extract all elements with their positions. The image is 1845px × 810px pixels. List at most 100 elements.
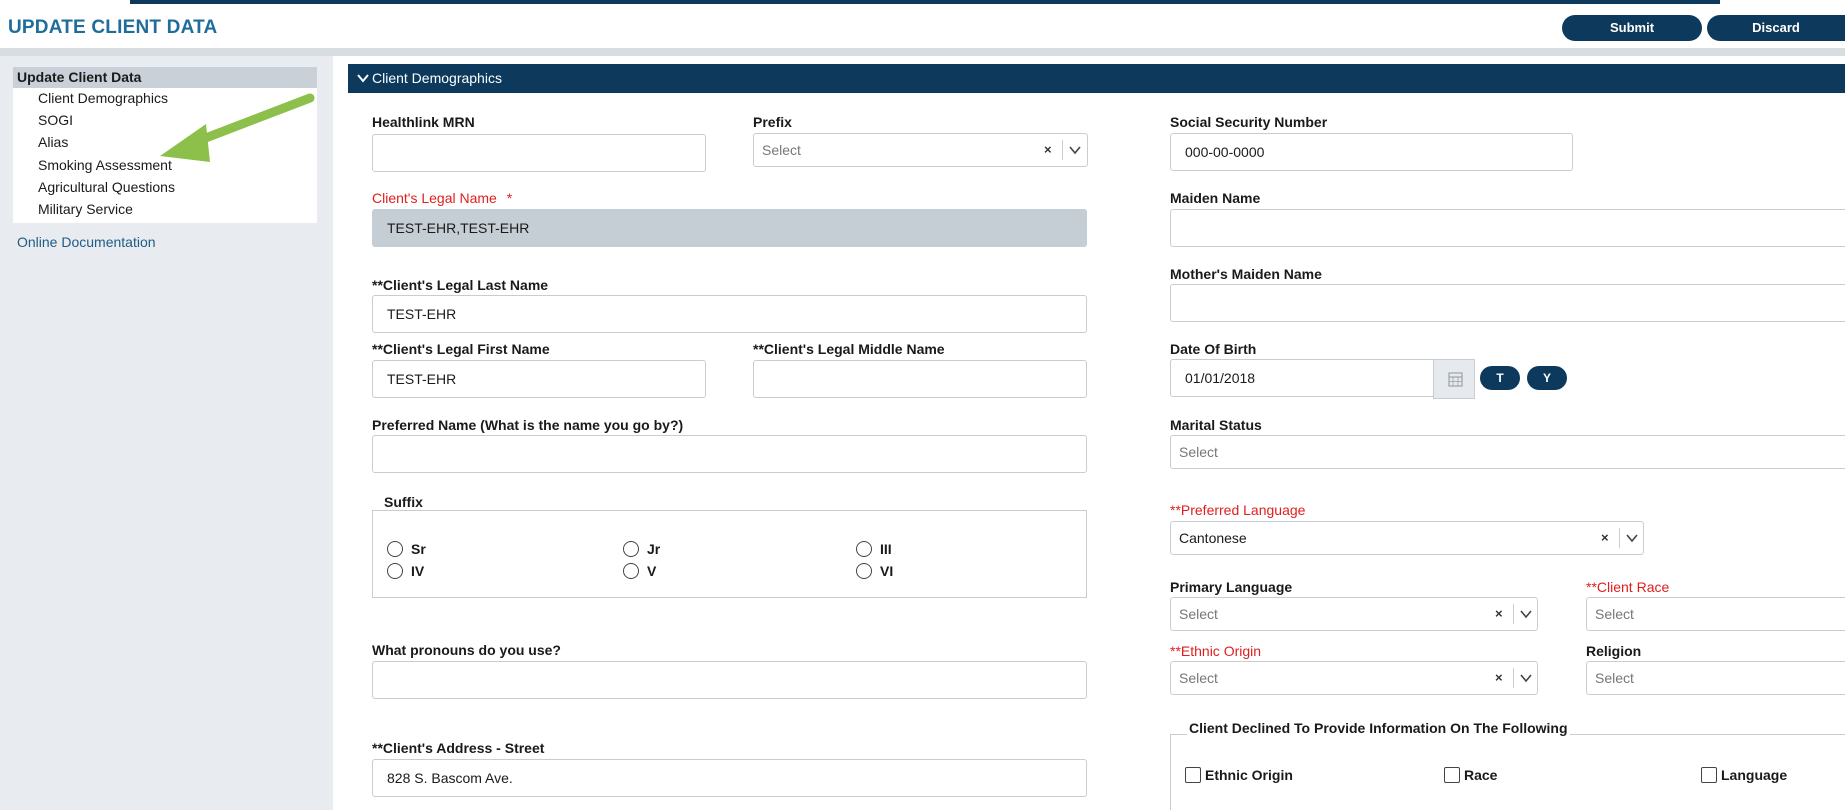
address-street-label: **Client's Address - Street bbox=[372, 740, 545, 756]
sidebar-item-smoking-assessment[interactable]: Smoking Assessment bbox=[38, 157, 172, 173]
mothers-maiden-name-label: Mother's Maiden Name bbox=[1170, 266, 1322, 282]
primary-language-label: Primary Language bbox=[1170, 579, 1293, 595]
client-demographics-section-header[interactable]: Client Demographics bbox=[348, 64, 1845, 93]
prefix-placeholder: Select bbox=[762, 142, 801, 158]
suffix-label: Suffix bbox=[384, 494, 423, 510]
checkbox-label: Ethnic Origin bbox=[1205, 767, 1293, 783]
declined-ethnic-origin-checkbox[interactable]: Ethnic Origin bbox=[1185, 767, 1293, 783]
radio-circle bbox=[856, 541, 872, 557]
suffix-radio-iii[interactable]: III bbox=[856, 541, 892, 557]
pronouns-label: What pronouns do you use? bbox=[372, 642, 561, 658]
suffix-radio-sr[interactable]: Sr bbox=[387, 541, 426, 557]
ssn-field[interactable]: 000-00-0000 bbox=[1170, 133, 1573, 171]
religion-label: Religion bbox=[1586, 643, 1642, 659]
sidebar-item-sogi[interactable]: SOGI bbox=[38, 112, 73, 128]
select-divider bbox=[1513, 668, 1514, 688]
clear-icon[interactable]: × bbox=[1601, 522, 1609, 554]
clear-icon[interactable]: × bbox=[1495, 598, 1503, 630]
religion-select[interactable]: Select bbox=[1586, 661, 1845, 695]
checkbox-box bbox=[1444, 767, 1460, 783]
sidebar-header[interactable]: Update Client Data bbox=[13, 67, 317, 88]
radio-label: VI bbox=[880, 563, 894, 579]
yesterday-button[interactable]: Y bbox=[1527, 366, 1567, 390]
ethnic-origin-select[interactable]: Select × bbox=[1170, 661, 1538, 695]
page-title: UPDATE CLIENT DATA bbox=[8, 17, 218, 38]
ssn-label: Social Security Number bbox=[1170, 114, 1328, 130]
suffix-radio-iv[interactable]: IV bbox=[387, 563, 424, 579]
last-name-field[interactable]: TEST-EHR bbox=[372, 295, 1087, 333]
declined-info-group: Ethnic Origin Race Language bbox=[1170, 734, 1845, 810]
maiden-name-label: Maiden Name bbox=[1170, 190, 1261, 206]
suffix-radio-v[interactable]: V bbox=[623, 563, 656, 579]
submit-button[interactable]: Submit bbox=[1562, 15, 1702, 41]
header-divider bbox=[0, 48, 1845, 56]
middle-name-label: **Client's Legal Middle Name bbox=[753, 341, 945, 357]
radio-circle bbox=[856, 563, 872, 579]
middle-name-field[interactable] bbox=[753, 360, 1087, 398]
sidebar: Update Client Data Client Demographics S… bbox=[0, 56, 333, 810]
legal-name-label-text: Client's Legal Name bbox=[372, 190, 497, 206]
discard-button[interactable]: Discard bbox=[1707, 15, 1845, 41]
chevron-down-icon[interactable] bbox=[1625, 522, 1639, 554]
primary-language-placeholder: Select bbox=[1179, 606, 1218, 622]
checkbox-box bbox=[1701, 767, 1717, 783]
sidebar-item-military-service[interactable]: Military Service bbox=[38, 201, 133, 217]
dob-label: Date Of Birth bbox=[1170, 341, 1257, 357]
primary-language-select[interactable]: Select × bbox=[1170, 597, 1538, 631]
marital-status-label: Marital Status bbox=[1170, 417, 1262, 433]
chevron-down-icon[interactable] bbox=[1519, 662, 1533, 694]
preferred-name-field[interactable] bbox=[372, 435, 1087, 473]
section-title: Client Demographics bbox=[372, 70, 502, 86]
address-street-field[interactable]: 828 S. Bascom Ave. bbox=[372, 759, 1087, 797]
client-race-placeholder: Select bbox=[1595, 606, 1634, 622]
ethnic-origin-label: **Ethnic Origin bbox=[1170, 643, 1262, 659]
dob-field[interactable]: 01/01/2018 bbox=[1170, 359, 1434, 397]
preferred-language-select[interactable]: Cantonese × bbox=[1170, 521, 1644, 555]
radio-label: Sr bbox=[411, 541, 426, 557]
religion-placeholder: Select bbox=[1595, 670, 1634, 686]
sidebar-item-alias[interactable]: Alias bbox=[38, 134, 68, 150]
suffix-group: Sr Jr III IV V VI bbox=[372, 510, 1087, 598]
maiden-name-field[interactable] bbox=[1170, 209, 1845, 247]
clear-icon[interactable]: × bbox=[1495, 662, 1503, 694]
declined-language-checkbox[interactable]: Language bbox=[1701, 767, 1787, 783]
mothers-maiden-name-field[interactable] bbox=[1170, 284, 1845, 322]
declined-race-checkbox[interactable]: Race bbox=[1444, 767, 1497, 783]
marital-status-select[interactable]: Select bbox=[1170, 435, 1845, 469]
healthlink-mrn-field[interactable] bbox=[372, 134, 706, 172]
clear-icon[interactable]: × bbox=[1044, 134, 1052, 166]
suffix-radio-vi[interactable]: VI bbox=[856, 563, 893, 579]
required-asterisk: * bbox=[506, 190, 513, 206]
sidebar-item-client-demographics[interactable]: Client Demographics bbox=[38, 90, 168, 106]
ethnic-origin-placeholder: Select bbox=[1179, 670, 1218, 686]
preferred-language-label: **Preferred Language bbox=[1170, 502, 1306, 518]
radio-circle bbox=[623, 563, 639, 579]
calendar-button[interactable] bbox=[1433, 359, 1475, 399]
client-race-select[interactable]: Select bbox=[1586, 597, 1845, 631]
select-divider bbox=[1513, 604, 1514, 624]
suffix-radio-jr[interactable]: Jr bbox=[623, 541, 660, 557]
pronouns-field[interactable] bbox=[372, 661, 1087, 699]
preferred-language-value: Cantonese bbox=[1179, 530, 1247, 546]
chevron-down-icon[interactable] bbox=[1068, 134, 1082, 166]
radio-circle bbox=[623, 541, 639, 557]
prefix-select[interactable]: Select × bbox=[753, 133, 1088, 167]
healthlink-mrn-label: Healthlink MRN bbox=[372, 114, 475, 130]
chevron-down-icon bbox=[357, 74, 369, 83]
chevron-down-icon[interactable] bbox=[1519, 598, 1533, 630]
client-race-label: **Client Race bbox=[1586, 579, 1670, 595]
select-divider bbox=[1062, 140, 1063, 160]
legal-name-label: Client's Legal Name * bbox=[372, 190, 512, 206]
annotation-arrow-icon bbox=[160, 93, 315, 162]
declined-info-label: Client Declined To Provide Information O… bbox=[1187, 720, 1570, 736]
radio-label: V bbox=[647, 563, 657, 579]
sidebar-item-agricultural-questions[interactable]: Agricultural Questions bbox=[38, 179, 175, 195]
online-documentation-link[interactable]: Online Documentation bbox=[17, 234, 156, 250]
preferred-name-label: Preferred Name (What is the name you go … bbox=[372, 417, 684, 433]
radio-circle bbox=[387, 563, 403, 579]
prefix-label: Prefix bbox=[753, 114, 792, 130]
first-name-field[interactable]: TEST-EHR bbox=[372, 360, 706, 398]
radio-label: IV bbox=[411, 563, 425, 579]
top-accent-line bbox=[130, 0, 1720, 4]
today-button[interactable]: T bbox=[1480, 366, 1520, 390]
